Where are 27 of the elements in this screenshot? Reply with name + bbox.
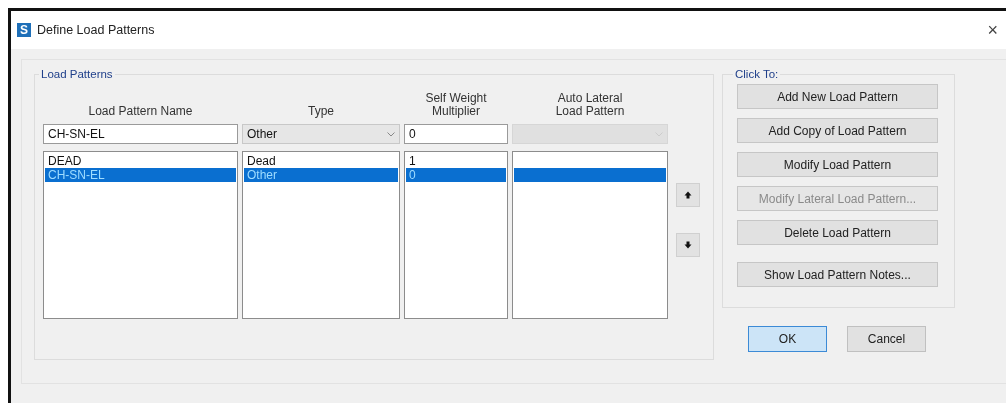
- action-button[interactable]: Modify Load Pattern: [737, 152, 938, 177]
- column-header: Auto Lateral Load Pattern: [554, 90, 626, 120]
- multiplier-field[interactable]: 0: [404, 124, 508, 144]
- list-item[interactable]: Dead: [244, 154, 398, 168]
- chevron-icon: [387, 131, 395, 137]
- move-down-button[interactable]: [676, 233, 700, 257]
- app-icon: S: [17, 23, 31, 37]
- action-button[interactable]: Show Load Pattern Notes...: [737, 262, 938, 287]
- window-title: Define Load Patterns: [37, 23, 155, 37]
- action-button[interactable]: Delete Load Pattern: [737, 220, 938, 245]
- name-field[interactable]: CH-SN-EL: [43, 124, 238, 144]
- move-up-button[interactable]: [676, 183, 700, 207]
- dialog-button[interactable]: OK: [748, 326, 827, 352]
- close-button[interactable]: ×: [987, 19, 998, 41]
- arrow-down-icon: [684, 241, 692, 249]
- group-title: Click To:: [734, 68, 780, 80]
- column-header: Type: [307, 103, 335, 120]
- action-button[interactable]: Add New Load Pattern: [737, 84, 938, 109]
- action-button[interactable]: Add Copy of Load Pattern: [737, 118, 938, 143]
- list-item[interactable]: 1: [406, 154, 506, 168]
- dialog-button[interactable]: Cancel: [847, 326, 926, 352]
- type-dropdown[interactable]: Other: [242, 124, 400, 144]
- group-title: Load Patterns: [40, 68, 114, 80]
- arrow-up-icon: [684, 191, 692, 199]
- column-header: Load Pattern Name: [87, 103, 194, 120]
- column-header: Self Weight Multiplier: [424, 90, 488, 120]
- list-item[interactable]: DEAD: [45, 154, 236, 168]
